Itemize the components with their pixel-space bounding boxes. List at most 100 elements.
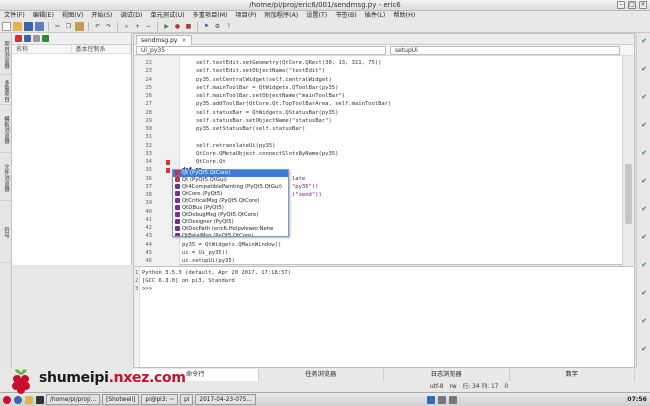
cut-icon[interactable]: ✂ — [53, 22, 62, 31]
autocomplete-item-label: QtDebugMsg (PyQt5.QtCore) — [182, 212, 259, 218]
clock: 07:56 — [627, 396, 647, 403]
name-column-header[interactable]: 名称 — [12, 45, 72, 53]
left-tab-2[interactable]: 模板浏览器 — [0, 107, 11, 153]
help-icon[interactable]: ? — [224, 22, 233, 31]
undo-icon[interactable]: ↶ — [93, 22, 102, 31]
line-number: 45 — [145, 249, 152, 256]
left-tab-3[interactable]: 文件浏览器 — [0, 155, 11, 201]
debug-icon[interactable]: ● — [173, 22, 182, 31]
code-line-fragment: ("send")) — [292, 192, 322, 198]
class-icon — [175, 233, 180, 236]
class-icon — [175, 177, 180, 182]
raspberry-logo-icon — [12, 369, 30, 394]
redo-icon[interactable]: ↷ — [104, 22, 113, 31]
file-manager-icon[interactable] — [25, 395, 33, 404]
menu-item-11[interactable]: 插件(L) — [361, 11, 390, 21]
check-icon: ✔ — [641, 37, 647, 45]
autocomplete-item[interactable]: QtFatalMsg (PyQt5.QtCore) — [173, 233, 288, 236]
menu-item-4[interactable]: 调试(D) — [116, 11, 146, 21]
menu-item-5[interactable]: 单元测试(U) — [146, 11, 188, 21]
stop-icon[interactable]: ■ — [184, 22, 193, 31]
autocomplete-item-label: Qt (PyQt5.QtGui) — [182, 177, 227, 183]
menu-item-6[interactable]: 多重项目(M) — [189, 11, 232, 21]
class-icon — [175, 205, 180, 210]
close-tab-icon[interactable]: × — [181, 37, 186, 44]
line-number: 39 — [145, 200, 152, 207]
autocomplete-item[interactable]: Qt (PyQt5.QtGui) — [173, 177, 288, 184]
autocomplete-item[interactable]: QtDBus (PyQt5) — [173, 205, 288, 212]
menu-item-10[interactable]: 书签(B) — [331, 11, 360, 21]
menu-item-9[interactable]: 设置(T) — [302, 11, 331, 21]
scrollbar-thumb[interactable] — [625, 164, 632, 224]
paste-icon[interactable] — [75, 22, 84, 31]
translations-tab-icon[interactable] — [42, 35, 49, 42]
menu-item-7[interactable]: 项目(P) — [231, 11, 260, 21]
run-icon[interactable]: ▶ — [162, 22, 171, 31]
autocomplete-item[interactable]: QtCriticalMsg (PyQt5.QtCore) — [173, 198, 288, 205]
zoom-status: 0 — [504, 384, 509, 390]
copy-icon[interactable]: ❐ — [64, 22, 73, 31]
class-icon — [175, 212, 180, 217]
bookmark-icon[interactable]: ⚑ — [202, 22, 211, 31]
editor-tab-sendmsg[interactable]: sendmsg.py × — [136, 35, 192, 45]
menu-item-8[interactable]: 附加程序(A) — [260, 11, 302, 21]
method-combo[interactable]: setupUi — [390, 46, 620, 55]
raspberry-menu-icon[interactable] — [3, 395, 11, 404]
bottom-tab-1[interactable]: 任务浏览器 — [258, 369, 384, 381]
menu-item-1[interactable]: 编辑(E) — [29, 11, 58, 21]
resources-tab-icon[interactable] — [33, 35, 40, 42]
left-tab-0[interactable]: 项目浏览器 — [0, 35, 11, 75]
autocomplete-item[interactable]: Qt4CompatiblePainting (PyQt5.QtGui) — [173, 184, 288, 191]
check-icon: ✔ — [641, 317, 647, 325]
save-as-icon[interactable] — [35, 22, 44, 31]
editor-vertical-scrollbar[interactable] — [622, 56, 634, 266]
shell-panel[interactable]: 1 Python 3.5.3 (default, Apr 20 2017, 17:… — [133, 266, 635, 368]
wifi-icon[interactable] — [437, 395, 446, 404]
shell-line-number: 2 — [135, 278, 139, 284]
bottom-tab-2[interactable]: 日志浏览器 — [384, 369, 510, 381]
check-icon: ✔ — [641, 177, 647, 185]
menu-item-2[interactable]: 视图(V) — [58, 11, 87, 21]
autocomplete-item[interactable]: QtCore (PyQt5) — [173, 191, 288, 198]
line-number: 35 — [145, 167, 152, 174]
line-number: 43 — [145, 233, 152, 240]
close-button[interactable]: × — [639, 1, 647, 9]
project-tab-icon[interactable] — [15, 35, 22, 42]
menu-item-3[interactable]: 开始(S) — [87, 11, 116, 21]
maximize-button[interactable]: □ — [628, 1, 636, 9]
code-line-fragment: late — [292, 175, 306, 182]
volume-icon[interactable] — [448, 395, 457, 404]
check-icon: ✔ — [641, 289, 647, 297]
autocomplete-item-label: Qt (PyQt5.QtCore) — [182, 170, 231, 176]
autocomplete-popup[interactable]: Qt (PyQt5.QtCore) Qt (PyQt5.QtGui) Qt4Comp… — [172, 169, 289, 237]
left-tab-1[interactable]: 多重项目浏览器 — [0, 77, 11, 105]
autocomplete-item[interactable]: QtDesigner (PyQt5) — [173, 219, 288, 226]
autocomplete-item[interactable]: Qt (PyQt5.QtCore) — [173, 170, 288, 177]
bluetooth-icon[interactable] — [426, 395, 435, 404]
autocomplete-item[interactable]: QtDebugMsg (PyQt5.QtCore) — [173, 212, 288, 219]
check-icon: ✔ — [641, 205, 647, 213]
search-icon[interactable]: ⌕ — [122, 22, 131, 31]
zoom-out-icon[interactable]: − — [144, 22, 153, 31]
terminal-launcher-icon[interactable] — [36, 395, 44, 404]
menu-item-0[interactable]: 文件(F) — [0, 11, 29, 21]
autocomplete-item[interactable]: QtDocPath (eric6.Helpviewer.Netw — [173, 226, 288, 233]
zoom-in-icon[interactable]: + — [133, 22, 142, 31]
open-folder-icon[interactable] — [13, 22, 22, 31]
line-number: 41 — [145, 216, 152, 223]
minimize-button[interactable]: – — [617, 1, 625, 9]
class-icon — [175, 184, 180, 189]
base-class-column-header[interactable]: 基本控制系 — [72, 45, 131, 53]
forms-tab-icon[interactable] — [24, 35, 31, 42]
line-number: 24 — [145, 76, 152, 83]
class-combo[interactable]: Ui_py35 — [136, 46, 386, 55]
menu-item-12[interactable]: 帮助(H) — [389, 11, 419, 21]
new-file-icon[interactable] — [2, 22, 11, 31]
browser-launcher-icon[interactable] — [14, 395, 22, 404]
class-icon — [175, 170, 180, 175]
error-marker-icon — [166, 160, 170, 165]
settings-icon[interactable]: ⚙ — [213, 22, 222, 31]
bottom-tab-3[interactable]: 数字 — [509, 369, 635, 381]
save-icon[interactable] — [24, 22, 33, 31]
left-tab-4[interactable]: 符号 — [0, 203, 11, 263]
